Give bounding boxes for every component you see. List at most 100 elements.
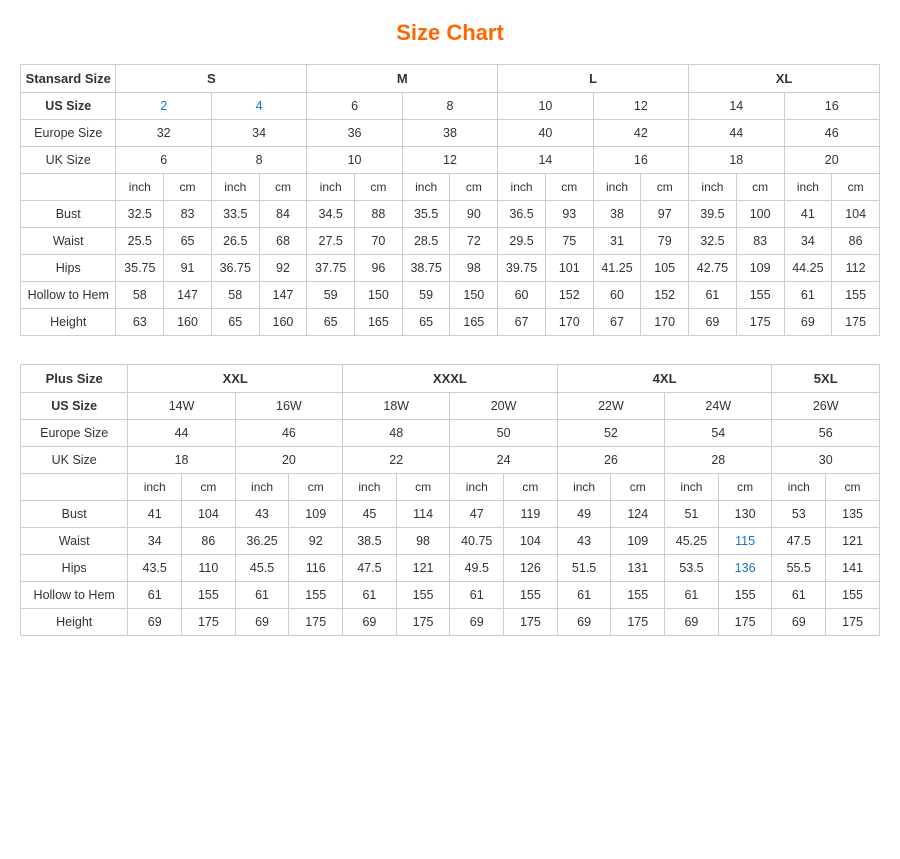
p-height-0: 69 <box>128 609 182 636</box>
uk-20: 20 <box>784 147 879 174</box>
hips-15: 112 <box>832 255 880 282</box>
p-unit-inch-7: inch <box>772 474 826 501</box>
p-unit-inch-2: inch <box>235 474 289 501</box>
p-waist-7: 104 <box>504 528 558 555</box>
p-waist-10: 45.25 <box>665 528 719 555</box>
unit-inch-5: inch <box>498 174 546 201</box>
hollow-label: Hollow to Hem <box>21 282 116 309</box>
waist-0: 25.5 <box>116 228 164 255</box>
p-hips-3: 116 <box>289 555 343 582</box>
standard-size-header-row: Stansard Size S M L XL <box>21 65 880 93</box>
p-hollow-4: 61 <box>343 582 397 609</box>
plus-table: Plus Size XXL XXXL 4XL 5XL US Size 14W 1… <box>20 364 880 636</box>
height-0: 63 <box>116 309 164 336</box>
standard-hollow-row: Hollow to Hem 58 147 58 147 59 150 59 15… <box>21 282 880 309</box>
plus-hollow-label: Hollow to Hem <box>21 582 128 609</box>
p-waist-13: 121 <box>826 528 880 555</box>
p-unit-cm-7: cm <box>826 474 880 501</box>
p-waist-0: 34 <box>128 528 182 555</box>
eu-36: 36 <box>307 120 402 147</box>
uk-size-label: UK Size <box>21 147 116 174</box>
unit-inch-4: inch <box>402 174 450 201</box>
p-bust-3: 109 <box>289 501 343 528</box>
waist-11: 79 <box>641 228 689 255</box>
xxxl-group-header: XXXL <box>343 365 558 393</box>
p-bust-2: 43 <box>235 501 289 528</box>
height-6: 65 <box>402 309 450 336</box>
hips-10: 41.25 <box>593 255 641 282</box>
uk-16: 16 <box>593 147 688 174</box>
p-hollow-1: 155 <box>182 582 236 609</box>
p-waist-5: 98 <box>396 528 450 555</box>
hollow-4: 59 <box>307 282 355 309</box>
waist-label: Waist <box>21 228 116 255</box>
p-hips-12: 55.5 <box>772 555 826 582</box>
plus-us-18w: 18W <box>343 393 450 420</box>
p-height-2: 69 <box>235 609 289 636</box>
plus-unit-row: inch cm inch cm inch cm inch cm inch cm … <box>21 474 880 501</box>
plus-us-size-row: US Size 14W 16W 18W 20W 22W 24W 26W <box>21 393 880 420</box>
hollow-2: 58 <box>211 282 259 309</box>
p-hollow-6: 61 <box>450 582 504 609</box>
hollow-13: 155 <box>736 282 784 309</box>
eu-34: 34 <box>211 120 306 147</box>
p-hips-4: 47.5 <box>343 555 397 582</box>
unit-cm-5: cm <box>545 174 593 201</box>
uk-18: 18 <box>689 147 784 174</box>
p-hips-10: 53.5 <box>665 555 719 582</box>
plus-bust-label: Bust <box>21 501 128 528</box>
us-size-label: US Size <box>21 93 116 120</box>
p-hips-0: 43.5 <box>128 555 182 582</box>
s-group-header: S <box>116 65 307 93</box>
p-unit-inch-3: inch <box>343 474 397 501</box>
hips-8: 39.75 <box>498 255 546 282</box>
hollow-11: 152 <box>641 282 689 309</box>
p-hollow-8: 61 <box>557 582 611 609</box>
p-hollow-0: 61 <box>128 582 182 609</box>
p-bust-10: 51 <box>665 501 719 528</box>
hollow-7: 150 <box>450 282 498 309</box>
waist-5: 70 <box>355 228 403 255</box>
xxl-group-header: XXL <box>128 365 343 393</box>
uk-12: 12 <box>402 147 497 174</box>
p-unit-cm-3: cm <box>396 474 450 501</box>
hollow-6: 59 <box>402 282 450 309</box>
unit-cm-6: cm <box>641 174 689 201</box>
europe-size-row: Europe Size 32 34 36 38 40 42 44 46 <box>21 120 880 147</box>
p-waist-12: 47.5 <box>772 528 826 555</box>
height-9: 170 <box>545 309 593 336</box>
waist-4: 27.5 <box>307 228 355 255</box>
p-unit-cm-1: cm <box>182 474 236 501</box>
waist-9: 75 <box>545 228 593 255</box>
plus-empty-label <box>21 474 128 501</box>
standard-height-row: Height 63 160 65 160 65 165 65 165 67 17… <box>21 309 880 336</box>
plus-us-22w: 22W <box>557 393 664 420</box>
p-height-13: 175 <box>826 609 880 636</box>
p-hips-5: 121 <box>396 555 450 582</box>
p-bust-1: 104 <box>182 501 236 528</box>
p-waist-9: 109 <box>611 528 665 555</box>
standard-unit-row: inch cm inch cm inch cm inch cm inch cm … <box>21 174 880 201</box>
plus-size-label: Plus Size <box>21 365 128 393</box>
hips-14: 44.25 <box>784 255 832 282</box>
plus-uk-26: 26 <box>557 447 664 474</box>
unit-inch-7: inch <box>689 174 737 201</box>
height-7: 165 <box>450 309 498 336</box>
hollow-9: 152 <box>545 282 593 309</box>
plus-eu-44: 44 <box>128 420 235 447</box>
p-height-4: 69 <box>343 609 397 636</box>
p-height-5: 175 <box>396 609 450 636</box>
waist-12: 32.5 <box>689 228 737 255</box>
height-label: Height <box>21 309 116 336</box>
eu-46: 46 <box>784 120 879 147</box>
p-height-10: 69 <box>665 609 719 636</box>
p-hollow-13: 155 <box>826 582 880 609</box>
plus-size-header-row: Plus Size XXL XXXL 4XL 5XL <box>21 365 880 393</box>
bust-12: 39.5 <box>689 201 737 228</box>
standard-size-label: Stansard Size <box>21 65 116 93</box>
hips-12: 42.75 <box>689 255 737 282</box>
p-waist-1: 86 <box>182 528 236 555</box>
eu-42: 42 <box>593 120 688 147</box>
height-15: 175 <box>832 309 880 336</box>
us-12: 12 <box>593 93 688 120</box>
